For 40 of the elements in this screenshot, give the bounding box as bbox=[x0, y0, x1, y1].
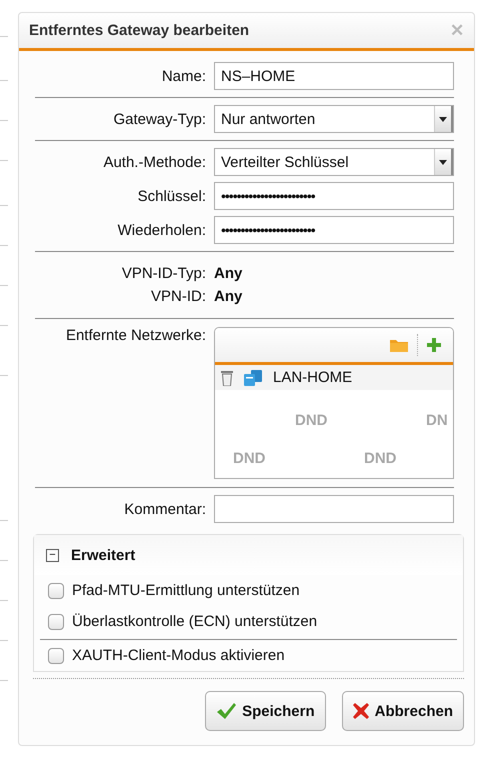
caret-icon bbox=[434, 106, 453, 132]
field-label: Kommentar: bbox=[123, 500, 207, 518]
field-label: Gateway-Typ: bbox=[112, 110, 207, 128]
input-field[interactable]: NS–HOME bbox=[214, 62, 454, 90]
checkbox-label: XAUTH-Client-Modus aktivieren bbox=[72, 647, 285, 664]
info-value: Any bbox=[214, 265, 242, 282]
drop-hint: DND bbox=[295, 412, 328, 429]
checkbox[interactable] bbox=[48, 582, 64, 598]
cancel-button[interactable]: Abbrechen bbox=[342, 691, 464, 731]
drop-hint: DND bbox=[233, 450, 266, 467]
field-label: Schlüssel: bbox=[136, 188, 207, 204]
folder-icon[interactable] bbox=[389, 337, 409, 353]
field-label: Wiederholen: bbox=[116, 222, 207, 238]
field-label: Name: bbox=[160, 68, 207, 84]
input-field[interactable] bbox=[214, 495, 454, 523]
drop-hint: DND bbox=[364, 450, 396, 467]
window-title: Entferntes Gateway bearbeiten bbox=[29, 22, 250, 39]
drop-hint: DN bbox=[426, 412, 448, 429]
check-icon bbox=[216, 702, 236, 720]
close-icon bbox=[352, 703, 369, 719]
info-label: VPN-ID-Typ: bbox=[120, 265, 207, 282]
info-label: VPN-ID: bbox=[150, 288, 207, 305]
network-icon bbox=[243, 370, 263, 386]
caret-icon bbox=[434, 149, 453, 175]
field-label: Entfernte Netzwerke: bbox=[64, 327, 207, 344]
add-icon[interactable] bbox=[427, 338, 441, 352]
checkbox-label: Pfad-MTU-Ermittlung unterstützen bbox=[72, 582, 300, 599]
checkbox[interactable] bbox=[48, 614, 64, 630]
password-field[interactable]: •••••••••••••••••••••••• bbox=[214, 182, 454, 210]
save-button[interactable]: Speichern bbox=[205, 691, 326, 731]
section-title: Erweitert bbox=[71, 546, 136, 564]
trash-icon[interactable] bbox=[221, 370, 233, 386]
checkbox[interactable] bbox=[48, 648, 64, 664]
info-value: Any bbox=[214, 288, 242, 305]
checkbox-label: Überlastkontrolle (ECN) unterstützen bbox=[72, 613, 318, 630]
field-label: Auth.-Methode: bbox=[102, 154, 207, 170]
password-field[interactable]: •••••••••••••••••••••••• bbox=[214, 216, 454, 244]
dropdown[interactable]: Nur antworten bbox=[214, 105, 454, 133]
collapse-toggle[interactable]: − bbox=[46, 548, 59, 562]
dropdown[interactable]: Verteilter Schlüssel bbox=[214, 148, 454, 176]
